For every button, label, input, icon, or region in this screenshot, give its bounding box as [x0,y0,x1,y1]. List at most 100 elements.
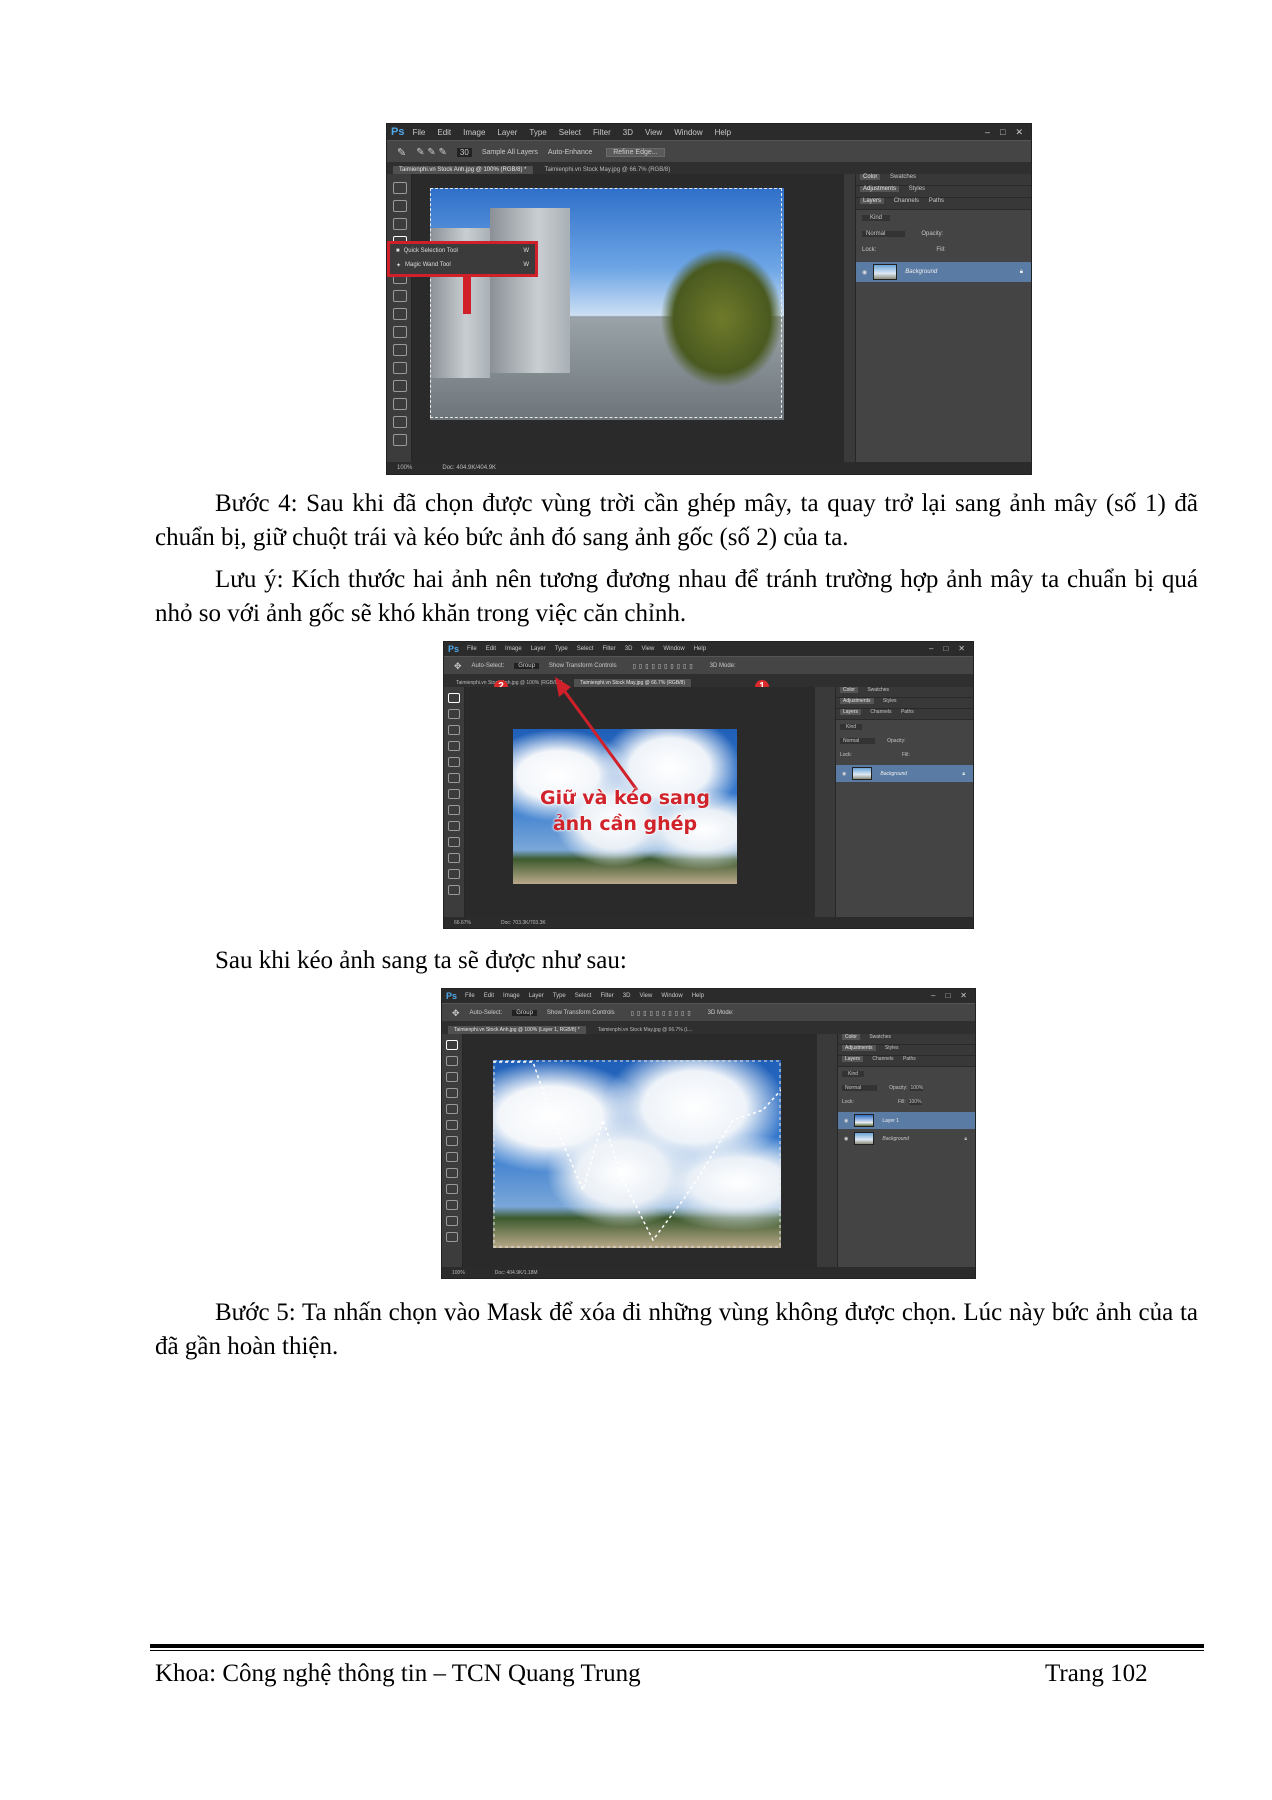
auto-enhance-checkbox[interactable]: Auto-Enhance [548,149,592,156]
marquee-tool-icon[interactable] [448,709,460,719]
zoom-level[interactable]: 100% [397,465,412,471]
menu-view[interactable]: View [639,993,652,999]
menu-window[interactable]: Window [674,128,702,137]
eraser-tool-icon[interactable] [448,837,460,847]
brush-tool-icon[interactable]: ✎ [397,146,406,159]
eye-icon[interactable]: ◉ [844,1118,848,1124]
layer-row-background[interactable]: ◉ Background 🔒︎ [856,262,1031,282]
minimize-icon[interactable]: – [931,989,935,1003]
crop-tool-icon[interactable] [446,1104,458,1114]
eye-icon[interactable]: ◉ [862,269,867,276]
zoom-level[interactable]: 66.67% [454,920,471,926]
marquee-tool-icon[interactable] [446,1056,458,1066]
menu-image[interactable]: Image [503,993,520,999]
menu-layer[interactable]: Layer [529,993,544,999]
tab-adjustments[interactable]: Adjustments [860,186,900,192]
quick-selection-tool-icon[interactable] [446,1088,458,1098]
auto-select-target[interactable]: Group [514,663,539,669]
eraser-tool-icon[interactable] [446,1184,458,1194]
eyedropper-tool-icon[interactable] [446,1120,458,1130]
dodge-tool-icon[interactable] [393,416,407,428]
menu-help[interactable]: Help [692,993,704,999]
menu-filter[interactable]: Filter [593,128,611,137]
opacity-value[interactable]: 100% [910,1085,924,1091]
tab-styles[interactable]: Styles [909,186,925,192]
tab-styles[interactable]: Styles [885,1045,899,1051]
refine-edge-button[interactable]: Refine Edge... [606,147,665,157]
tab-styles[interactable]: Styles [883,698,897,704]
brush-tool-icon[interactable] [446,1152,458,1162]
layer-row-background[interactable]: ◉ Background 🔒︎ [838,1130,975,1147]
move-tool-icon[interactable]: ✥ [452,1008,460,1019]
align-icons[interactable]: ▯▯▯▯▯▯▯▯▯▯ [633,663,696,670]
menu-filter[interactable]: Filter [600,993,613,999]
layer-row-background[interactable]: ◉ Background 🔒︎ [836,765,973,782]
eyedropper-tool-icon[interactable] [448,773,460,783]
eye-icon[interactable]: ◉ [844,1136,848,1142]
tab-color[interactable]: Color [840,687,858,693]
close-icon[interactable]: ✕ [958,642,965,656]
move-tool-icon[interactable] [446,1040,458,1050]
menu-file[interactable]: File [465,993,475,999]
healing-tool-icon[interactable] [448,789,460,799]
brush-size-picker[interactable]: 30 [456,147,472,157]
move-tool-icon[interactable] [448,693,460,703]
kind-filter[interactable]: Kind [840,724,863,730]
menu-filter[interactable]: Filter [602,646,615,652]
menu-edit[interactable]: Edit [484,993,494,999]
tab-layers[interactable]: Layers [842,1056,864,1062]
maximize-icon[interactable]: □ [1000,124,1005,140]
gradient-tool-icon[interactable] [446,1200,458,1210]
maximize-icon[interactable]: □ [945,989,950,1003]
menu-help[interactable]: Help [715,128,731,137]
kind-filter[interactable]: Kind [842,1071,865,1077]
lasso-tool-icon[interactable] [393,218,407,230]
menu-type[interactable]: Type [555,646,568,652]
tab-stock-may[interactable]: Taimienphi.vn Stock May.jpg @ 66.7% (L..… [592,1026,699,1034]
blur-tool-icon[interactable] [448,869,460,879]
eraser-tool-icon[interactable] [393,362,407,374]
maximize-icon[interactable]: □ [943,642,948,656]
auto-select-checkbox[interactable]: Auto-Select: [470,1010,503,1016]
lasso-tool-icon[interactable] [446,1072,458,1082]
tab-swatches[interactable]: Swatches [867,687,889,693]
tab-swatches[interactable]: Swatches [890,174,916,180]
menu-select[interactable]: Select [559,128,581,137]
menu-layer[interactable]: Layer [531,646,546,652]
menu-3d[interactable]: 3D [625,646,633,652]
menu-image[interactable]: Image [463,128,485,137]
blend-mode-select[interactable]: Normal [840,738,876,744]
pen-tool-icon[interactable] [446,1232,458,1242]
tab-channels[interactable]: Channels [894,198,919,204]
brush-tool-icon[interactable] [393,308,407,320]
menu-view[interactable]: View [645,128,662,137]
blend-mode-select[interactable]: Normal [842,1085,878,1091]
tab-color[interactable]: Color [860,174,881,180]
tab-paths[interactable]: Paths [901,709,914,715]
gradient-tool-icon[interactable] [393,380,407,392]
menu-view[interactable]: View [641,646,654,652]
menu-file[interactable]: File [467,646,477,652]
close-icon[interactable]: ✕ [1015,124,1023,140]
menu-window[interactable]: Window [661,993,682,999]
flyout-item-quick-selection[interactable]: ■ Quick Selection Tool W [390,244,535,258]
tab-stock-anh[interactable]: Taimienphi.vn Stock Anh.jpg @ 100% (Laye… [448,1026,586,1034]
tab-paths[interactable]: Paths [929,198,944,204]
tab-channels[interactable]: Channels [870,709,891,715]
tab-adjustments[interactable]: Adjustments [842,1045,876,1051]
menu-select[interactable]: Select [577,646,594,652]
menu-type[interactable]: Type [529,128,546,137]
tab-paths[interactable]: Paths [903,1056,916,1062]
menu-layer[interactable]: Layer [497,128,517,137]
menu-type[interactable]: Type [553,993,566,999]
tab-color[interactable]: Color [842,1034,860,1040]
gradient-tool-icon[interactable] [448,853,460,863]
blend-mode-select[interactable]: Normal [862,231,906,237]
brush-tool-icon[interactable] [448,805,460,815]
history-brush-icon[interactable] [393,344,407,356]
menu-edit[interactable]: Edit [437,128,451,137]
lasso-tool-icon[interactable] [448,725,460,735]
blur-tool-icon[interactable] [446,1216,458,1226]
menu-edit[interactable]: Edit [486,646,496,652]
menu-help[interactable]: Help [694,646,706,652]
